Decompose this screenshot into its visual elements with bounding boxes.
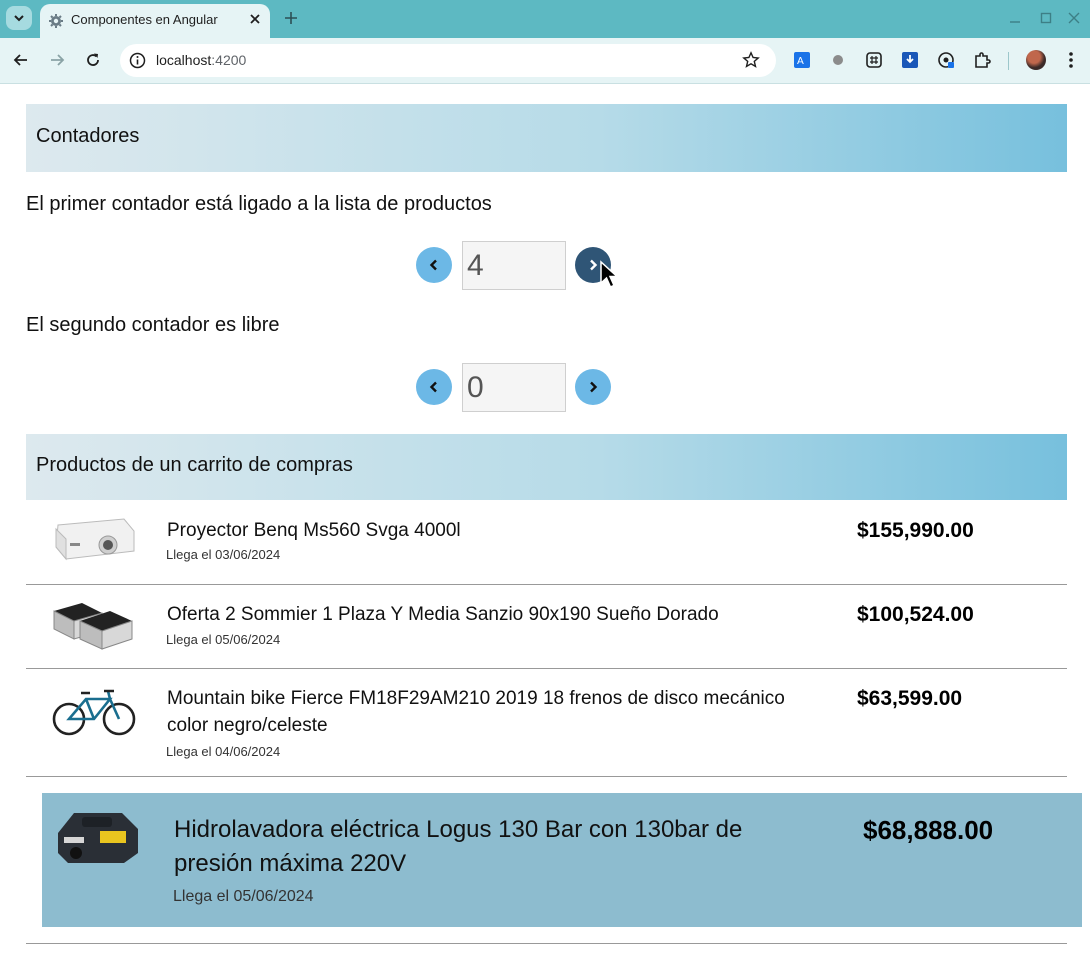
product-item-highlighted[interactable]: Hidrolavadora eléctrica Logus 130 Bar co… — [42, 793, 1082, 927]
second-counter-decrement-button[interactable] — [416, 369, 452, 405]
toolbar-separator — [1008, 52, 1009, 70]
tab-title: Componentes en Angular — [71, 12, 218, 27]
mountain-bike-image — [52, 689, 136, 736]
product-delivery-date: Llega el 05/06/2024 — [166, 632, 281, 647]
sommier-image — [53, 603, 133, 650]
tab-search-button[interactable] — [6, 6, 32, 30]
svg-text:A: A — [797, 56, 804, 67]
products-title: Productos de un carrito de compras — [36, 454, 353, 476]
first-counter-label: El primer contador está ligado a la list… — [26, 193, 492, 215]
product-price: $63,599.00 — [857, 687, 963, 710]
chevron-left-icon — [429, 259, 437, 271]
more-menu-icon[interactable] — [1064, 50, 1078, 70]
chevron-right-icon — [590, 259, 598, 271]
product-item[interactable]: Oferta 2 Sommier 1 Plaza Y Media Sanzio … — [26, 585, 1067, 669]
bookmark-star-icon[interactable] — [742, 51, 760, 69]
chevron-left-icon — [429, 381, 437, 393]
product-name: Hidrolavadora eléctrica Logus 130 Bar co… — [174, 816, 743, 877]
product-delivery-date: Llega el 05/06/2024 — [173, 888, 314, 905]
divider — [26, 943, 1067, 944]
second-counter-label: El segundo contador es libre — [26, 314, 280, 336]
projector-image — [55, 518, 135, 561]
product-name: Proyector Benq Ms560 Svga 4000l — [167, 520, 461, 541]
product-item[interactable]: Mountain bike Fierce FM18F29AM210 2019 1… — [26, 669, 1067, 777]
pressure-washer-image — [58, 813, 138, 863]
browser-tab[interactable]: Componentes en Angular — [40, 4, 270, 38]
first-counter-value[interactable]: 4 — [462, 241, 566, 290]
record-extension-icon[interactable] — [829, 51, 847, 69]
first-counter-decrement-button[interactable] — [416, 247, 452, 283]
forward-icon[interactable] — [48, 51, 66, 69]
counters-header: Contadores — [26, 104, 1067, 172]
grid-extension-icon[interactable] — [865, 51, 883, 69]
product-item[interactable]: Proyector Benq Ms560 Svga 4000l Llega el… — [26, 501, 1067, 585]
new-tab-icon[interactable] — [282, 9, 300, 27]
mouse-cursor-icon — [600, 260, 619, 288]
second-counter-increment-button[interactable] — [575, 369, 611, 405]
url-text: localhost:4200 — [156, 52, 247, 68]
profile-avatar[interactable] — [1026, 50, 1046, 70]
chevron-right-icon — [590, 381, 598, 393]
password-extension-icon[interactable] — [937, 51, 955, 69]
chevron-down-icon — [14, 15, 24, 22]
product-delivery-date: Llega el 03/06/2024 — [166, 547, 281, 562]
maximize-icon[interactable] — [1039, 11, 1053, 25]
product-price: $100,524.00 — [857, 603, 974, 626]
product-name: Mountain bike Fierce FM18F29AM210 2019 1… — [167, 688, 785, 736]
address-bar[interactable]: localhost:4200 — [120, 44, 776, 77]
window-close-icon[interactable] — [1067, 11, 1081, 25]
reload-icon[interactable] — [84, 51, 102, 69]
browser-tab-bar: Componentes en Angular — [0, 0, 1090, 38]
products-header: Productos de un carrito de compras — [26, 434, 1067, 500]
second-counter-value[interactable]: 0 — [462, 363, 566, 412]
close-icon[interactable] — [247, 11, 263, 27]
counters-title: Contadores — [36, 125, 140, 147]
info-icon[interactable] — [129, 52, 146, 69]
minimize-icon[interactable] — [1008, 11, 1022, 25]
angular-gear-icon — [49, 14, 63, 28]
browser-toolbar: localhost:4200 A — [0, 38, 1090, 84]
product-price: $68,888.00 — [863, 815, 994, 845]
product-name: Oferta 2 Sommier 1 Plaza Y Media Sanzio … — [167, 604, 719, 625]
page-content: Contadores El primer contador está ligad… — [0, 85, 1090, 954]
extensions-puzzle-icon[interactable] — [973, 51, 991, 69]
translate-extension-icon[interactable]: A — [793, 51, 811, 69]
download-extension-icon[interactable] — [901, 51, 919, 69]
product-price: $155,990.00 — [857, 519, 974, 542]
product-delivery-date: Llega el 04/06/2024 — [166, 744, 281, 759]
back-icon[interactable] — [12, 51, 30, 69]
